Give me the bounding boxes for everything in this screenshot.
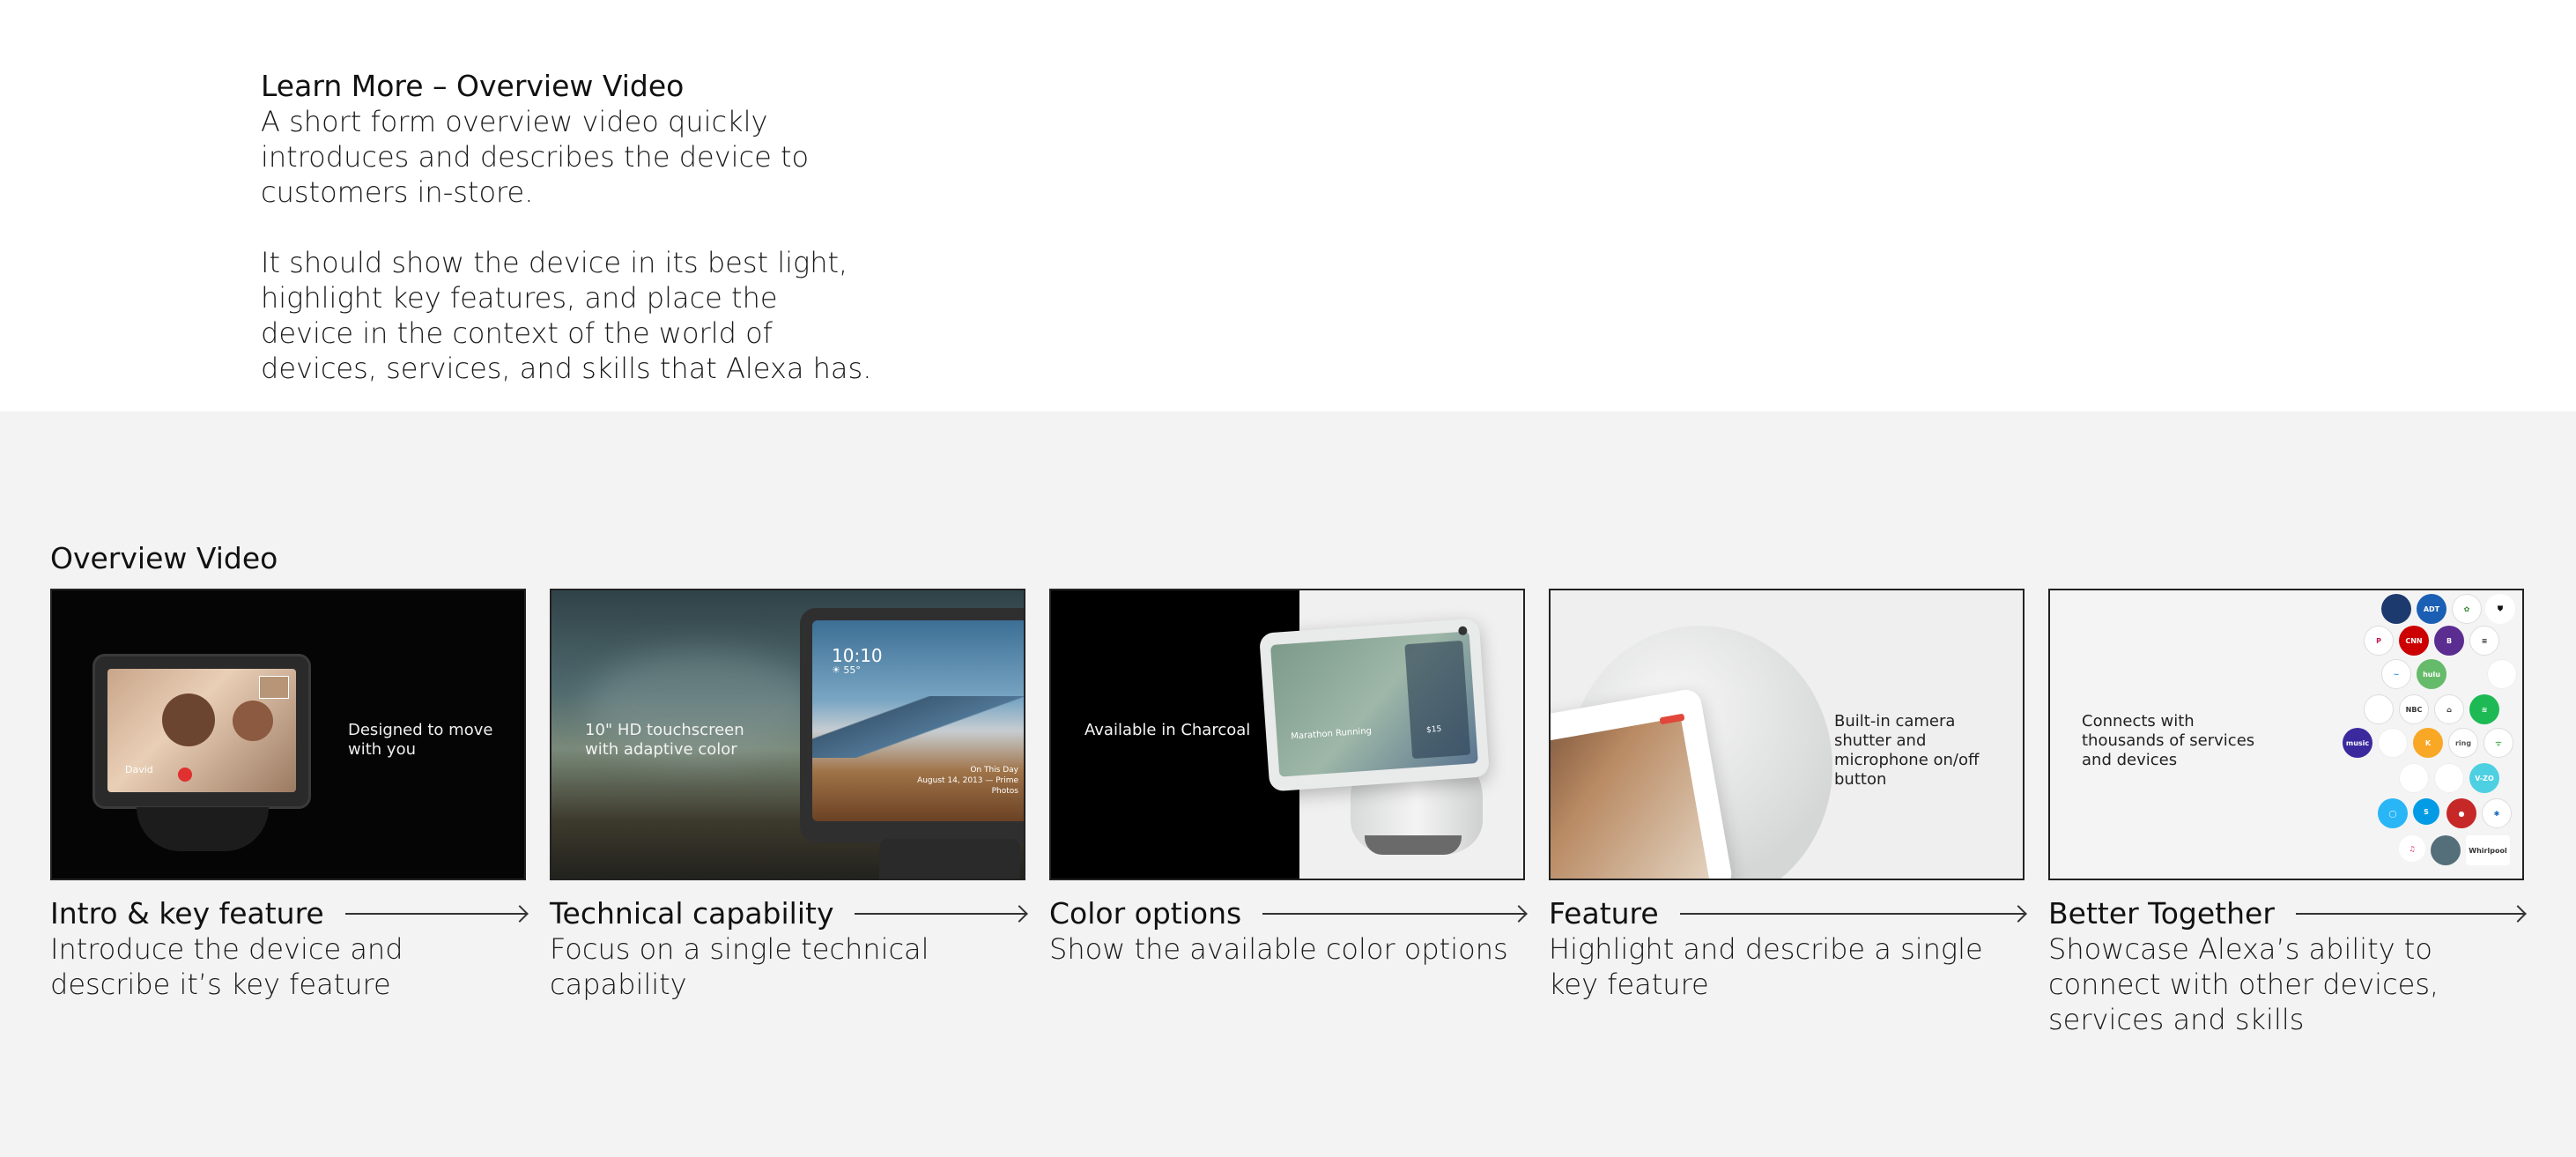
card-title: Technical capability — [550, 896, 855, 931]
adt-logo-icon: ADT — [2417, 594, 2446, 624]
end-call-icon — [178, 768, 192, 782]
video-thumbnail-technical[interactable]: 10:10 ☀ 55° On This Day August 14, 2013 … — [550, 589, 1025, 880]
device-illustration: David — [93, 654, 311, 809]
vizio-logo-icon: V-ZO — [2469, 763, 2499, 793]
service-logo-icon: ⌂ — [2434, 694, 2464, 724]
intro-title: Learn More – Overview Video — [261, 69, 685, 103]
card-header: Feature — [1549, 896, 2025, 931]
video-call-screen: David — [107, 669, 296, 792]
card-technical-capability: 10:10 ☀ 55° On This Day August 14, 2013 … — [550, 589, 1025, 1002]
screen-price: $15 — [1425, 724, 1442, 735]
video-thumbnail-feature[interactable]: Built-in camera shutter and microphone o… — [1549, 589, 2025, 880]
person-shape — [162, 693, 215, 746]
device-illustration: Marathon Running $15 — [1259, 618, 1490, 792]
device-base — [1365, 835, 1462, 855]
card-color-options: Marathon Running $15 Available in Charco… — [1049, 589, 1525, 967]
service-logo-icon — [2434, 763, 2464, 793]
video-thumbnail-intro[interactable]: David Designed to move with you — [50, 589, 526, 880]
service-logo-icon — [2399, 763, 2429, 793]
screen-photo-caption: On This Day August 14, 2013 — Prime Phot… — [917, 766, 1018, 796]
screen-label: Marathon Running — [1290, 726, 1373, 742]
card-intro-key-feature: David Designed to move with you Intro & … — [50, 589, 526, 1002]
card-description: Focus on a single technical capability — [550, 932, 929, 1001]
card-better-together: Connects with thousands of services and … — [2048, 589, 2524, 1037]
intro-paragraph-2: It should show the device in its best li… — [261, 246, 872, 385]
intro-block: Learn More – Overview Video A short form… — [261, 69, 877, 386]
arrow-right-icon — [344, 913, 526, 915]
service-logo-icon: ✱ — [2482, 798, 2512, 828]
card-header: Intro & key feature — [50, 896, 526, 931]
picture-in-picture — [259, 676, 289, 699]
thumb-caption: Connects with thousands of services and … — [2082, 712, 2255, 769]
intro-paragraph-1: A short form overview video quickly intr… — [261, 105, 810, 209]
b-logo-icon: B — [2434, 626, 2464, 656]
video-thumbnail-better-together[interactable]: Connects with thousands of services and … — [2048, 589, 2524, 880]
person-shape — [233, 701, 273, 741]
service-logo-icon — [2381, 594, 2411, 624]
card-header: Better Together — [2048, 896, 2524, 931]
card-title: Better Together — [2048, 896, 2296, 931]
arrow-right-icon — [1679, 913, 2025, 915]
nbc-logo-icon: NBC — [2399, 694, 2429, 724]
card-feature: Built-in camera shutter and microphone o… — [1549, 589, 2025, 1002]
card-description: Show the available color options — [1049, 932, 1508, 966]
card-header: Color options — [1049, 896, 1525, 931]
service-logo-icon: ~ — [2381, 659, 2411, 689]
arrow-right-icon — [2295, 913, 2524, 915]
service-logo-icon — [2487, 659, 2517, 689]
screen-weather: ☀ 55° — [832, 664, 861, 676]
skype-logo-icon: S — [2413, 798, 2439, 825]
music-logo-icon: music — [2343, 728, 2372, 758]
arrow-right-icon — [1262, 913, 1525, 915]
service-logo-icon: ● — [2446, 798, 2476, 828]
thumb-caption: Built-in camera shutter and microphone o… — [1834, 712, 1980, 789]
service-logo-icon: ᯤ — [2483, 728, 2513, 758]
service-logo-icon — [2431, 835, 2461, 865]
screen-clock: 10:10 — [832, 645, 883, 666]
card-description: Highlight and describe a single key feat… — [1549, 932, 1983, 1001]
card-description: Introduce the device and describe it’s k… — [50, 932, 403, 1001]
device-speaker — [879, 839, 1020, 879]
apple-logo-icon — [2364, 694, 2394, 724]
shield-icon: ⛊ — [2485, 594, 2515, 624]
ring-logo-icon: ring — [2448, 728, 2478, 758]
service-logo-icon: K — [2413, 728, 2443, 758]
news-logo-icon: ≡ — [2469, 626, 2499, 656]
spotify-logo-icon: ≋ — [2469, 694, 2499, 724]
thumb-caption: Available in Charcoal — [1084, 721, 1251, 739]
section-title: Overview Video — [50, 541, 278, 575]
service-logo-icon: P — [2364, 626, 2394, 656]
service-logo-icon: ◯ — [2378, 798, 2408, 828]
music-note-icon: ♫ — [2399, 835, 2425, 862]
service-logo-icon: ✿ — [2452, 594, 2482, 624]
video-thumbnail-color[interactable]: Marathon Running $15 Available in Charco… — [1049, 589, 1525, 880]
cnn-logo-icon: CNN — [2399, 626, 2429, 656]
thumb-caption: 10" HD touchscreen with adaptive color — [585, 721, 744, 759]
card-header: Technical capability — [550, 896, 1025, 931]
thumb-caption: Designed to move with you — [348, 721, 493, 759]
card-description: Showcase Alexa’s ability to connect with… — [2048, 932, 2439, 1036]
call-name: David — [125, 764, 153, 775]
device-screen: Marathon Running $15 — [1269, 631, 1478, 777]
card-title: Color options — [1049, 896, 1263, 931]
whirlpool-logo-icon: Whirlpool — [2466, 835, 2510, 865]
screen-image — [1551, 717, 1710, 879]
screen-panel — [1404, 640, 1471, 760]
hulu-logo-icon: hulu — [2417, 659, 2446, 689]
card-title: Intro & key feature — [50, 896, 345, 931]
card-title: Feature — [1549, 896, 1680, 931]
device-base — [137, 807, 269, 851]
arrow-right-icon — [855, 913, 1025, 915]
mountain-image — [812, 696, 1024, 758]
service-logo-icon — [2378, 728, 2408, 758]
